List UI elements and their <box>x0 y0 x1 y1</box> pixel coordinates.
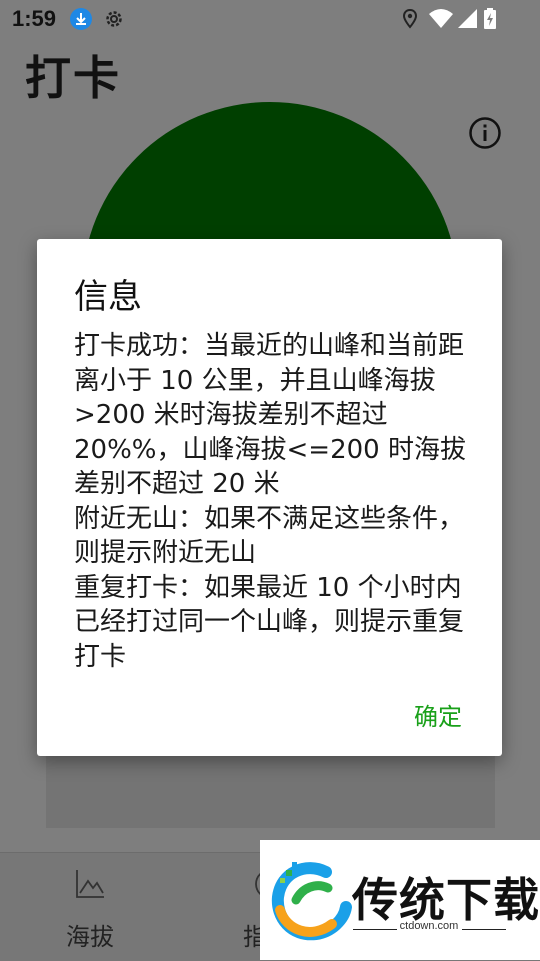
info-dialog: 信息 打卡成功：当最近的山峰和当前距离小于 10 公里，并且山峰海拔>200 米… <box>37 239 502 756</box>
dialog-message: 打卡成功：当最近的山峰和当前距离小于 10 公里，并且山峰海拔>200 米时海拔… <box>74 331 466 672</box>
page-title: 打卡 <box>25 51 121 105</box>
watermark-emblem-icon <box>271 862 352 941</box>
status-bar: 1:59 <box>0 0 540 38</box>
confirm-button[interactable]: 确定 <box>414 697 462 732</box>
status-time: 1:59 <box>12 6 57 31</box>
signal-icon <box>456 7 480 31</box>
info-icon[interactable] <box>468 116 502 150</box>
wifi-icon <box>428 7 454 31</box>
watermark-logo: 传统下载 ctdown.com <box>260 840 540 960</box>
battery-charging-icon <box>481 7 501 31</box>
download-icon <box>70 8 92 30</box>
mountain-chart-icon <box>73 867 107 901</box>
watermark-domain: ctdown.com <box>399 920 459 932</box>
settings-gear-icon <box>102 7 126 31</box>
dialog-title: 信息 <box>74 277 142 317</box>
location-icon <box>398 7 422 31</box>
app-screen: 1:59 打卡 海拔 指 信息 打卡成功：当最近的山峰和当前距离小于 10 公里… <box>0 0 540 961</box>
nav-item-altitude[interactable]: 海拔 <box>35 853 145 961</box>
nav-label-altitude: 海拔 <box>66 923 114 951</box>
